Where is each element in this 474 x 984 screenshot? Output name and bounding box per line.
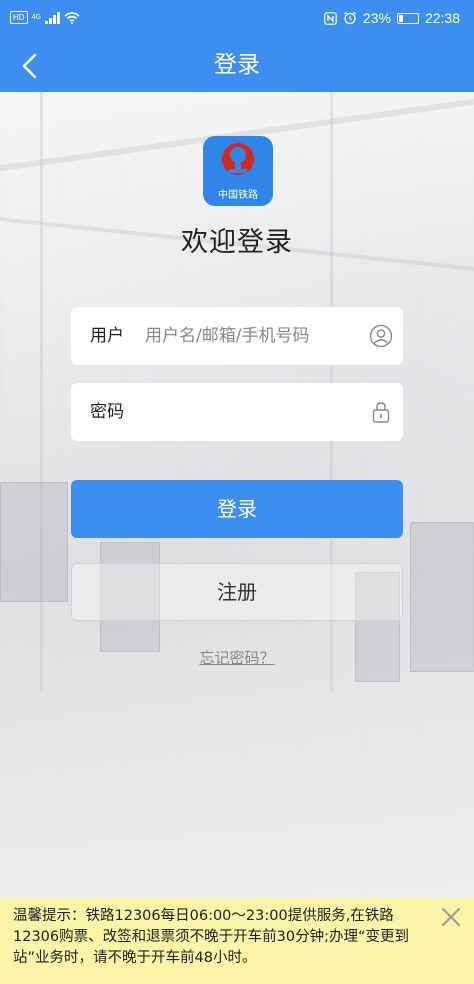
battery-level [398, 14, 403, 22]
lock-icon[interactable] [369, 400, 393, 424]
close-icon[interactable] [440, 906, 462, 928]
password-input[interactable] [145, 397, 355, 427]
login-button[interactable]: 登录 [71, 480, 403, 538]
username-field: 用户 [71, 307, 403, 365]
user-icon[interactable] [369, 324, 393, 348]
password-label: 密码 [90, 402, 124, 422]
signal-icon [44, 11, 60, 24]
railway-emblem-icon [222, 143, 254, 175]
status-bar: HD 4G 23% 22:38 [0, 0, 474, 38]
alarm-icon [344, 11, 356, 25]
network-type: 4G [31, 13, 41, 21]
clock: 22:38 [424, 10, 460, 26]
hd-badge: HD [10, 11, 28, 24]
nfc-icon [324, 11, 337, 25]
username-label: 用户 [90, 326, 124, 346]
chevron-left-icon [22, 53, 37, 79]
notice-banner: 温馨提示：铁路12306每日06:00～23:00提供服务,在铁路12306购票… [0, 898, 474, 984]
notice-text: 温馨提示：铁路12306每日06:00～23:00提供服务,在铁路12306购票… [13, 908, 409, 966]
page-title: 登录 [214, 52, 260, 78]
forgot-password-link[interactable]: 忘记密码？ [0, 647, 474, 668]
status-bar-right: 23% 22:38 [324, 10, 460, 26]
battery-icon [396, 12, 419, 24]
status-bar-left: HD 4G [10, 11, 80, 24]
back-button[interactable] [14, 50, 46, 82]
register-button[interactable]: 注册 [71, 563, 403, 621]
logo-text: 中国铁路 [218, 190, 258, 201]
wifi-icon [64, 11, 80, 24]
app-header: 登录 [0, 38, 474, 92]
battery-percent: 23% [362, 10, 391, 26]
china-railway-logo: 中国铁路 [203, 136, 273, 206]
welcome-heading: 欢迎登录 [181, 227, 293, 258]
password-field: 密码 [71, 383, 403, 441]
username-input[interactable] [145, 321, 355, 351]
